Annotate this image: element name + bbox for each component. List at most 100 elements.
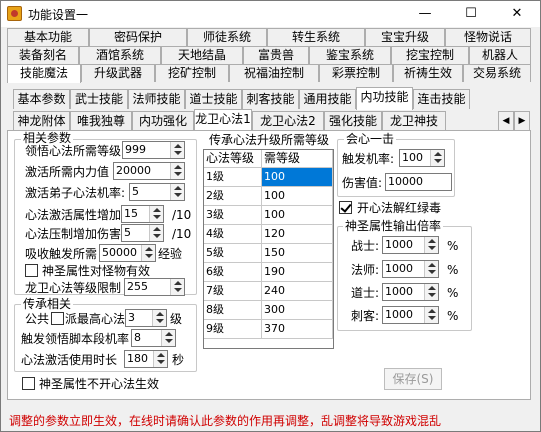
- required-cell[interactable]: 190: [262, 263, 333, 282]
- tab-lottery[interactable]: 彩票控制: [319, 64, 393, 82]
- holy-assassin-label: 刺客:: [351, 309, 380, 323]
- tab-scroll-left-icon[interactable]: ◀: [498, 111, 514, 130]
- holy-assassin-suffix: %: [447, 309, 459, 323]
- subtab-mage[interactable]: 法师技能: [128, 89, 185, 109]
- level-cell[interactable]: 5级: [204, 244, 262, 263]
- close-button[interactable]: ✕: [494, 1, 540, 27]
- holy-warrior-suffix: %: [447, 239, 459, 253]
- holy-no-skill-checkbox[interactable]: [22, 377, 35, 390]
- tab-crystal[interactable]: 天地结晶: [161, 46, 243, 64]
- holy-warrior-label: 战士:: [351, 239, 380, 253]
- disciple-rate-stepper[interactable]: 5: [129, 183, 185, 201]
- required-cell[interactable]: 120: [262, 225, 333, 244]
- inherit-max-checkbox[interactable]: [51, 312, 64, 325]
- subtab2-dragon-guard-1[interactable]: 龙卫心法1: [194, 109, 252, 131]
- tab-mentor[interactable]: 师徒系统: [187, 28, 267, 46]
- required-cell[interactable]: 100: [262, 206, 333, 225]
- suppress-damage-stepper[interactable]: 5: [121, 224, 164, 242]
- unlock-poison-checkbox[interactable]: [339, 201, 352, 214]
- subtab2-inner-boost[interactable]: 内功强化: [132, 111, 194, 130]
- level-cell[interactable]: 6级: [204, 263, 262, 282]
- levels-header-required[interactable]: 需等级: [262, 150, 333, 168]
- level-limit-stepper[interactable]: 255: [124, 278, 185, 296]
- subtab2-dragon-guard-2[interactable]: 龙卫心法2: [252, 111, 324, 130]
- absorb-exp-stepper[interactable]: 50000: [99, 244, 156, 262]
- levels-header-level[interactable]: 心法等级: [204, 150, 262, 168]
- tab-fortune-beast[interactable]: 富贵兽: [243, 46, 309, 64]
- required-cell[interactable]: 150: [262, 244, 333, 263]
- level-cell[interactable]: 1级: [204, 168, 262, 187]
- tab-rebirth[interactable]: 转生系统: [267, 28, 365, 46]
- tab-tavern[interactable]: 酒馆系统: [79, 46, 161, 64]
- tab-mining[interactable]: 挖矿控制: [155, 64, 229, 82]
- crit-rate-stepper[interactable]: 100: [399, 149, 445, 167]
- subtab-combo[interactable]: 连击技能: [413, 89, 470, 109]
- tab-skill-magic[interactable]: 技能魔法: [7, 64, 81, 83]
- required-cell[interactable]: 100: [262, 168, 333, 187]
- holy-taoist-stepper[interactable]: 1000: [382, 283, 439, 301]
- subtab2-dragon-body[interactable]: 神龙附体: [13, 111, 70, 130]
- subtab2-enhance[interactable]: 强化技能: [324, 111, 382, 130]
- holy-warrior-stepper[interactable]: 1000: [382, 236, 439, 254]
- attr-increase-stepper[interactable]: 15: [121, 205, 164, 223]
- subtab-inner-power[interactable]: 内功技能: [356, 87, 413, 110]
- comprehend-level-label: 领悟心法所需等级: [25, 144, 122, 158]
- tab-password[interactable]: 密码保护: [89, 28, 187, 46]
- app-icon: [7, 6, 22, 21]
- tab-treasure[interactable]: 挖宝控制: [391, 46, 469, 64]
- inherit-max-stepper[interactable]: 3: [125, 309, 167, 327]
- tab-prayer[interactable]: 祈祷生效: [393, 64, 463, 82]
- subtab-common[interactable]: 通用技能: [299, 89, 356, 109]
- tab-trade[interactable]: 交易系统: [463, 64, 531, 82]
- level-cell[interactable]: 8级: [204, 301, 262, 320]
- activate-power-stepper[interactable]: 20000: [113, 162, 185, 180]
- required-cell[interactable]: 100: [262, 187, 333, 206]
- unlock-poison-label: 开心法解红绿毒: [357, 201, 442, 215]
- tab-engrave[interactable]: 装备刻名: [7, 46, 79, 64]
- level-limit-label: 龙卫心法等级限制: [25, 281, 122, 295]
- holy-assassin-stepper[interactable]: 1000: [382, 306, 439, 324]
- tab-monster-talk[interactable]: 怪物说话: [445, 28, 531, 46]
- required-cell[interactable]: 240: [262, 282, 333, 301]
- level-cell[interactable]: 3级: [204, 206, 262, 225]
- absorb-exp-suffix: 经验: [158, 247, 183, 261]
- tab-scroll-right-icon[interactable]: ▶: [514, 111, 530, 130]
- subtab-taoist[interactable]: 道士技能: [185, 89, 242, 109]
- attr-increase-label: 心法激活属性增加: [25, 208, 122, 222]
- tab-basic[interactable]: 基本功能: [7, 28, 89, 46]
- tab-appraisal[interactable]: 鉴宝系统: [309, 46, 391, 64]
- holy-vs-monster-checkbox[interactable]: [25, 264, 38, 277]
- crit-damage-input[interactable]: 10000: [385, 173, 452, 191]
- comprehend-level-stepper[interactable]: 999: [122, 141, 185, 159]
- levels-grid[interactable]: 心法等级 需等级 1级 100 2级 100 3级 100 4级 120 5级 …: [203, 149, 334, 349]
- tab-pet-upgrade[interactable]: 宝宝升级: [365, 28, 445, 46]
- save-button[interactable]: 保存(S): [384, 368, 442, 390]
- level-cell[interactable]: 7级: [204, 282, 262, 301]
- subtab-basic-params[interactable]: 基本参数: [13, 89, 70, 109]
- holy-mage-suffix: %: [447, 263, 459, 277]
- level-cell[interactable]: 9级: [204, 320, 262, 339]
- subtab-warrior[interactable]: 武士技能: [70, 89, 128, 109]
- attr-increase-suffix: /10: [172, 208, 192, 222]
- settings-window: 功能设置一 — ☐ ✕ 基本功能 密码保护 师徒系统 转生系统 宝宝升级 怪物说…: [0, 0, 541, 432]
- disciple-rate-label: 激活弟子心法机率:: [25, 186, 126, 200]
- subtab2-dragon-divine[interactable]: 龙卫神技: [382, 111, 446, 130]
- suppress-damage-label: 心法压制增加伤害: [25, 227, 122, 241]
- activate-duration-stepper[interactable]: 180: [124, 350, 168, 368]
- subtab2-supreme[interactable]: 唯我独尊: [70, 111, 132, 130]
- tab-bless-oil[interactable]: 祝福油控制: [229, 64, 319, 82]
- level-cell[interactable]: 4级: [204, 225, 262, 244]
- inherit-max-suffix: 级: [170, 312, 183, 326]
- tab-upgrade-weapon[interactable]: 升级武器: [81, 64, 155, 82]
- maximize-button[interactable]: ☐: [448, 1, 494, 27]
- level-cell[interactable]: 2级: [204, 187, 262, 206]
- holy-rate-title: 神圣属性输出倍率: [343, 219, 444, 233]
- required-cell[interactable]: 370: [262, 320, 333, 339]
- tab-robot[interactable]: 机器人: [469, 46, 531, 64]
- trigger-script-stepper[interactable]: 8: [131, 329, 176, 347]
- holy-mage-stepper[interactable]: 1000: [382, 260, 439, 278]
- subtab-assassin[interactable]: 刺客技能: [242, 89, 299, 109]
- activate-duration-label: 心法激活使用时长: [21, 353, 118, 367]
- required-cell[interactable]: 300: [262, 301, 333, 320]
- minimize-button[interactable]: —: [402, 1, 448, 27]
